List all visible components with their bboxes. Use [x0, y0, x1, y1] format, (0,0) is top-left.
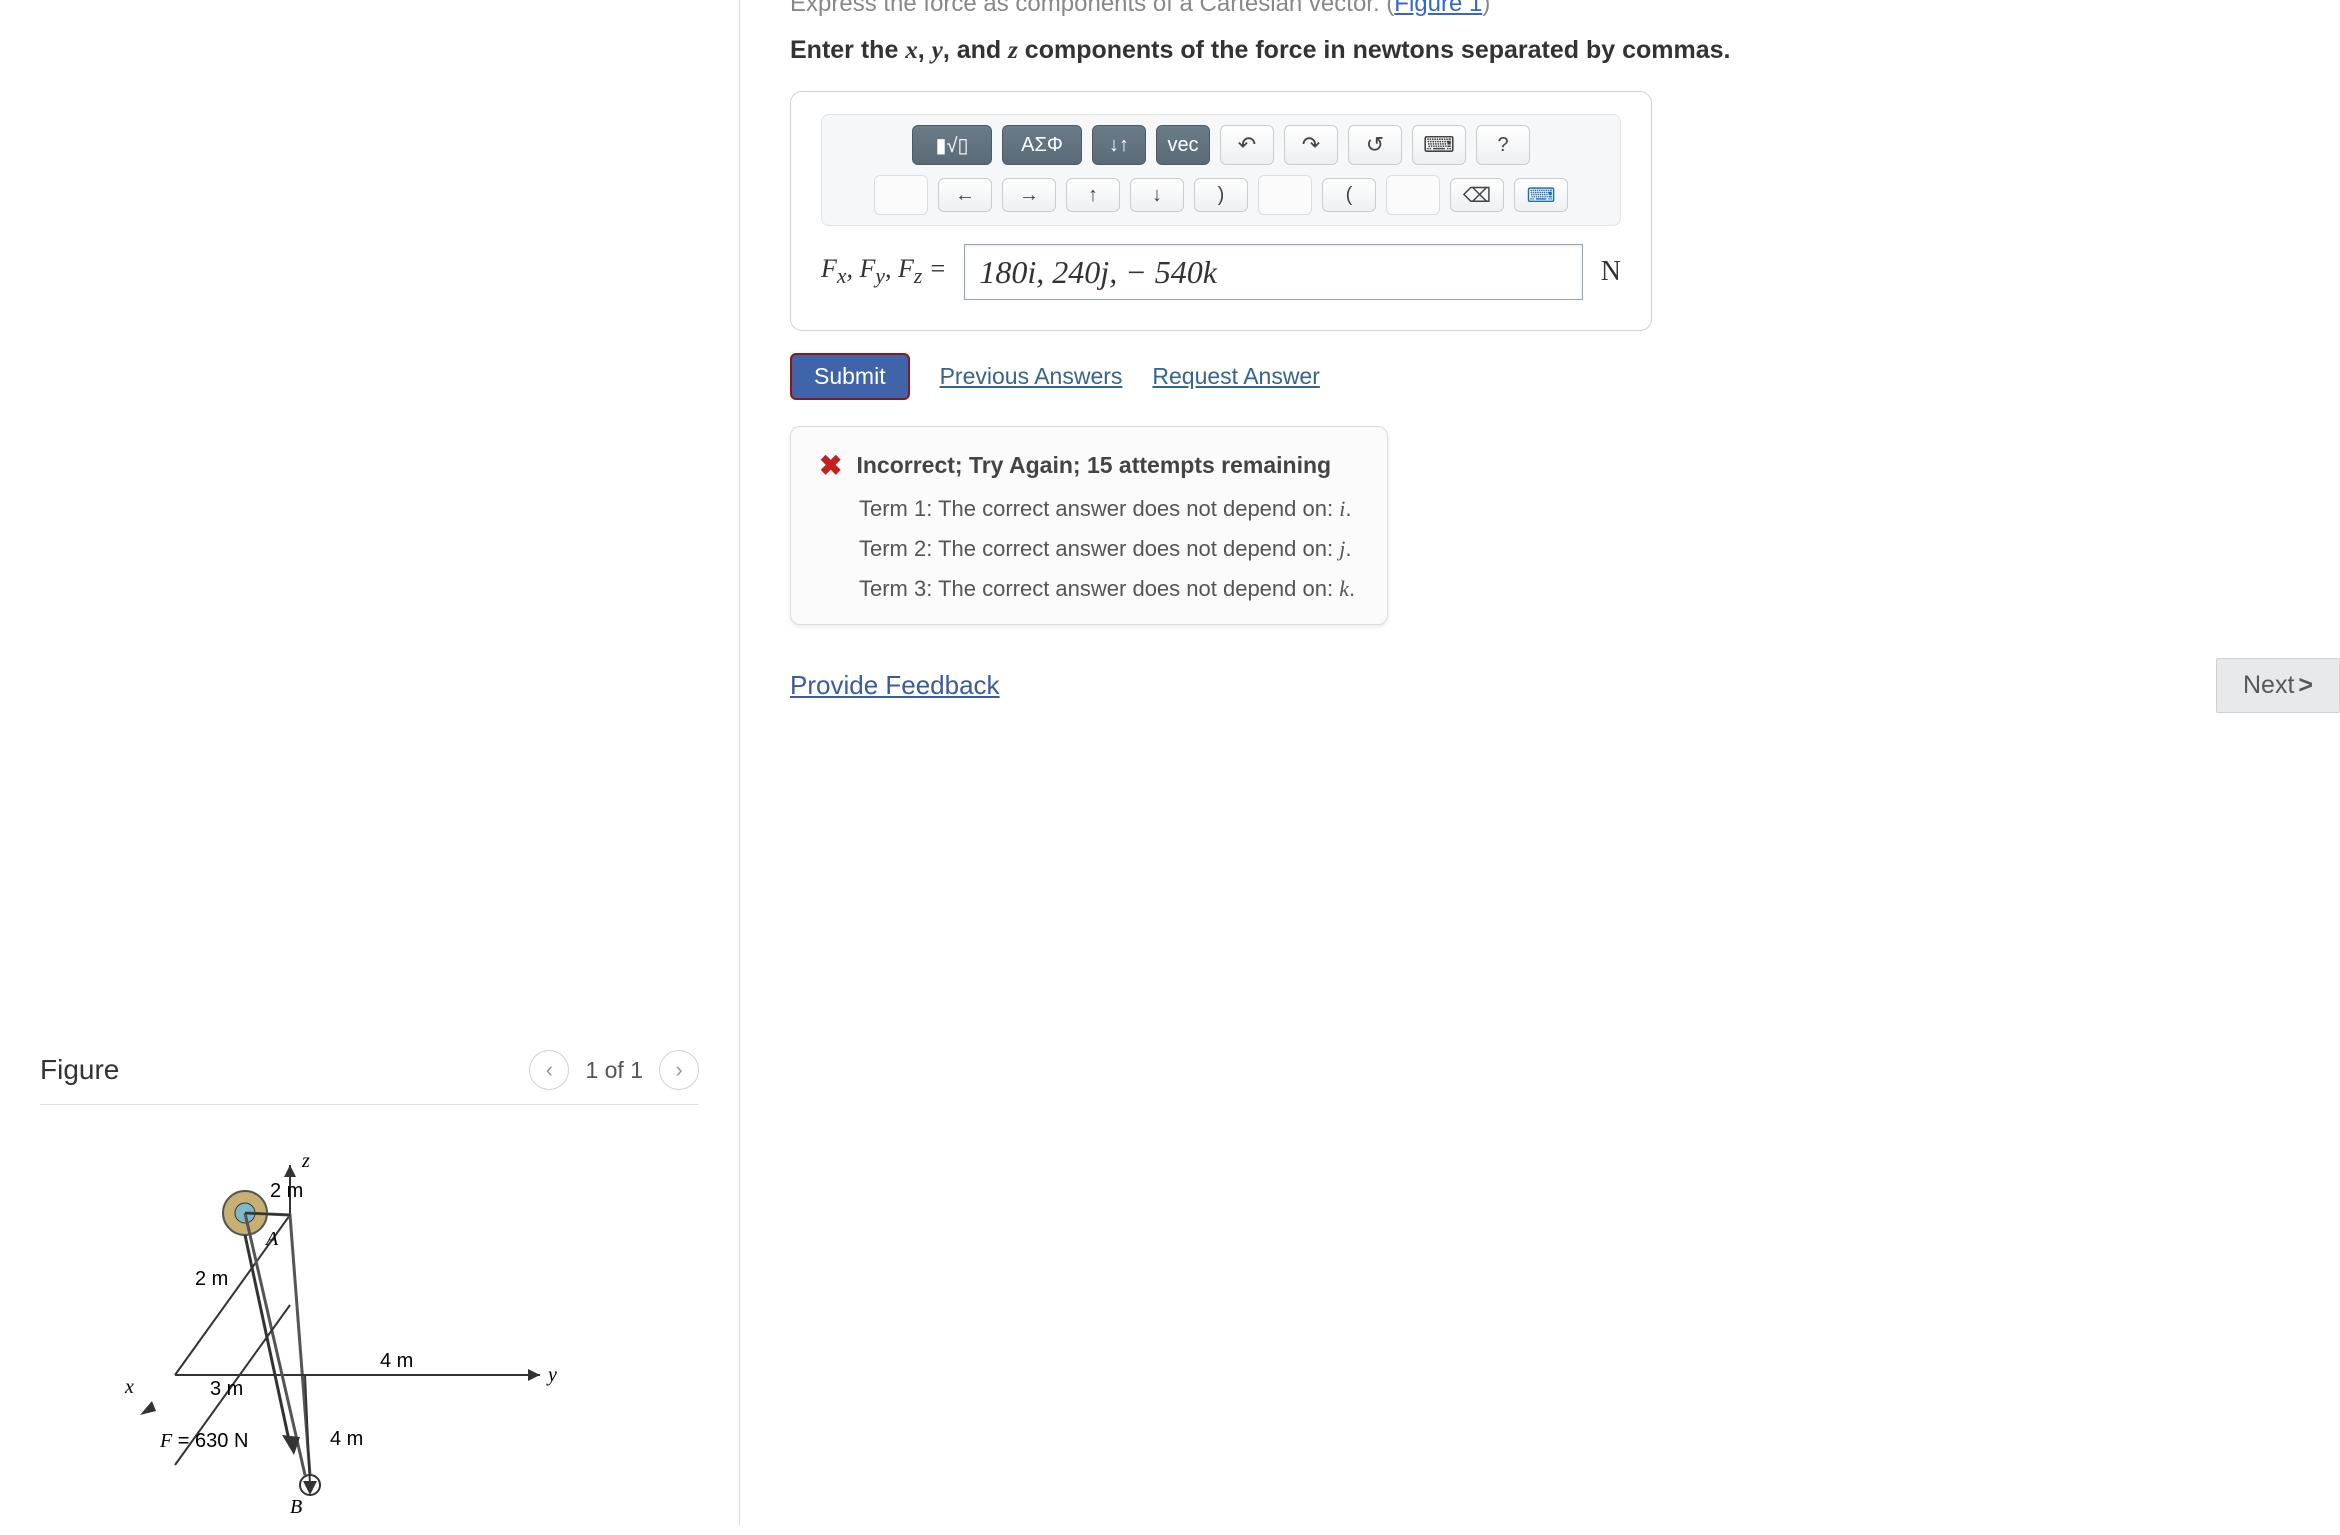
help-button[interactable]: ? [1476, 125, 1530, 165]
svg-text:z: z [301, 1150, 310, 1172]
answer-prefix: Fx, Fy, Fz = [821, 254, 946, 289]
cursor-down-button[interactable]: ↓ [1130, 178, 1184, 212]
svg-text:2 m: 2 m [195, 1268, 228, 1290]
figure-title: Figure [40, 1054, 119, 1086]
paren-open-button[interactable]: ( [1322, 178, 1376, 212]
redo-button[interactable]: ↷ [1284, 125, 1338, 165]
cursor-up-button[interactable]: ↑ [1066, 178, 1120, 212]
keyboard-toggle-button[interactable]: ⌨ [1514, 178, 1568, 212]
next-button[interactable]: Next> [2216, 658, 2340, 713]
equation-toolbar: ▮√▯ ΑΣΦ ↓↑ vec ↶ ↷ ↺ ⌨ ? ← → ↑ ↓ ) [821, 114, 1621, 226]
svg-text:y: y [546, 1364, 557, 1386]
cursor-right-button[interactable]: → [1002, 178, 1056, 212]
figure-link[interactable]: Figure 1 [1394, 0, 1482, 17]
svg-text:4 m: 4 m [380, 1350, 413, 1372]
svg-text:3 m: 3 m [210, 1378, 243, 1400]
svg-text:A: A [264, 1228, 279, 1250]
feedback-panel: ✖ Incorrect; Try Again; 15 attempts rema… [790, 426, 1388, 625]
subsup-button[interactable]: ↓↑ [1092, 125, 1146, 165]
figure-prev-button[interactable]: ‹ [529, 1050, 569, 1090]
cropped-prompt: Express the force as components of a Car… [790, 0, 2280, 18]
figure-diagram: z x y A B 2 m 2 m 3 m 4 m 4 m F = 630 N [40, 1135, 560, 1535]
answer-input[interactable] [964, 244, 1582, 300]
unit-label: N [1601, 256, 1621, 288]
svg-text:2 m: 2 m [270, 1180, 303, 1202]
svg-text:F = 630 N: F = 630 N [159, 1430, 248, 1452]
figure-counter: 1 of 1 [585, 1057, 643, 1084]
svg-text:x: x [124, 1376, 134, 1398]
feedback-term-2: Term 2: The correct answer does not depe… [859, 536, 1359, 562]
backspace-button[interactable]: ⌫ [1450, 178, 1504, 212]
cursor-left-button[interactable]: ← [938, 178, 992, 212]
feedback-term-1: Term 1: The correct answer does not depe… [859, 496, 1359, 522]
paren-close-button[interactable]: ) [1194, 178, 1248, 212]
keyboard-icon[interactable]: ⌨ [1412, 125, 1466, 165]
svg-text:4 m: 4 m [330, 1428, 363, 1450]
figure-nav: ‹ 1 of 1 › [529, 1050, 699, 1090]
greek-button[interactable]: ΑΣΦ [1002, 125, 1082, 165]
toolbar-slot [874, 175, 928, 215]
undo-button[interactable]: ↶ [1220, 125, 1274, 165]
templates-button[interactable]: ▮√▯ [912, 125, 992, 165]
reset-button[interactable]: ↺ [1348, 125, 1402, 165]
incorrect-icon: ✖ [819, 449, 842, 482]
svg-text:B: B [290, 1496, 302, 1518]
chevron-right-icon: > [2298, 671, 2313, 699]
feedback-heading: Incorrect; Try Again; 15 attempts remain… [856, 452, 1331, 479]
answer-panel: ▮√▯ ΑΣΦ ↓↑ vec ↶ ↷ ↺ ⌨ ? ← → ↑ ↓ ) [790, 91, 1652, 331]
request-answer-link[interactable]: Request Answer [1152, 363, 1319, 390]
toolbar-slot [1386, 175, 1440, 215]
previous-answers-link[interactable]: Previous Answers [940, 363, 1123, 390]
provide-feedback-link[interactable]: Provide Feedback [790, 670, 1000, 701]
feedback-term-3: Term 3: The correct answer does not depe… [859, 576, 1359, 602]
figure-next-button[interactable]: › [659, 1050, 699, 1090]
instruction-text: Enter the x, y, and z components of the … [790, 36, 2280, 65]
toolbar-slot [1258, 175, 1312, 215]
vec-button[interactable]: vec [1156, 125, 1210, 165]
submit-button[interactable]: Submit [790, 353, 910, 400]
